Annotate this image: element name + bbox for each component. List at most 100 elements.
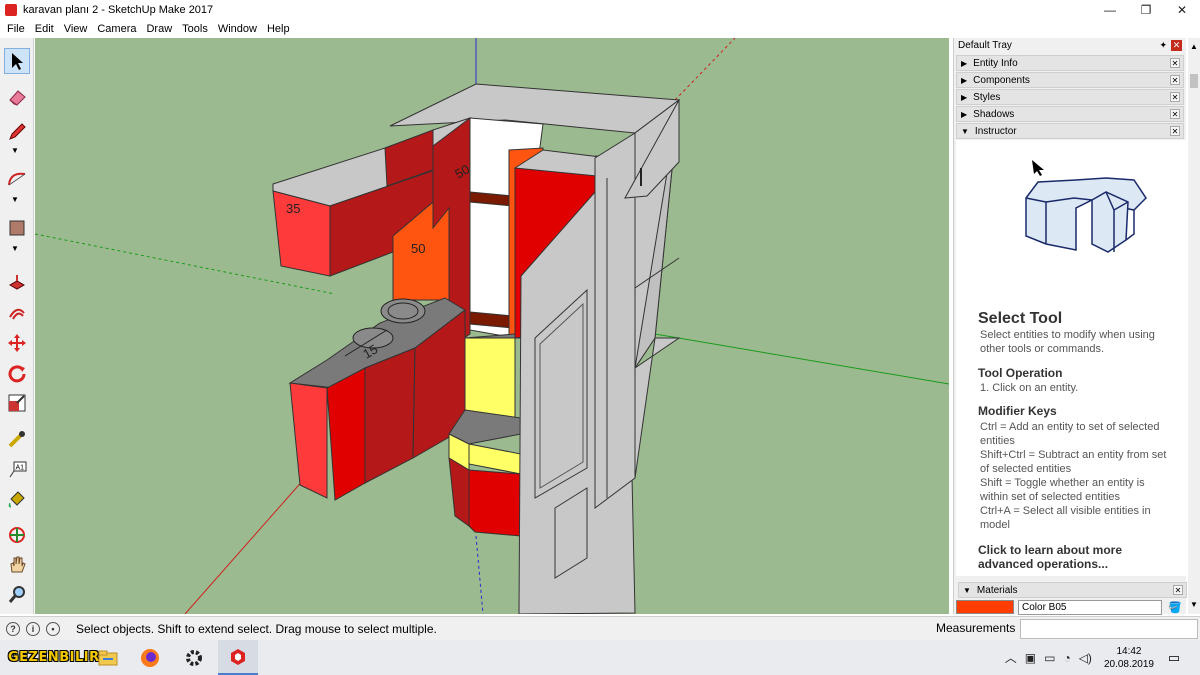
- paint-bucket-icon[interactable]: 🪣: [1168, 601, 1182, 614]
- arrow-cursor-icon: [12, 53, 23, 70]
- menu-file[interactable]: File: [2, 20, 30, 38]
- arc-tool[interactable]: [4, 166, 30, 192]
- menu-draw[interactable]: Draw: [141, 20, 177, 38]
- step-trim-front[interactable]: [468, 443, 522, 475]
- close-icon[interactable]: ✕: [1170, 92, 1180, 102]
- text-tool[interactable]: A1: [4, 456, 30, 482]
- panel-label: Materials: [976, 584, 1018, 596]
- network-icon[interactable]: ▣: [1025, 651, 1036, 665]
- user-icon[interactable]: •: [46, 621, 60, 636]
- push-pull-icon: [8, 275, 26, 290]
- minimize-button[interactable]: —: [1092, 0, 1128, 20]
- firefox-icon[interactable]: [130, 640, 170, 675]
- watermark-logo: GEZENBILIR: [8, 650, 100, 665]
- counter-end-panel[interactable]: [289, 382, 328, 499]
- notifications-icon[interactable]: ▭: [1162, 650, 1186, 666]
- collapse-arrow-icon: ▼: [963, 585, 971, 595]
- menu-view[interactable]: View: [59, 20, 93, 38]
- wardrobe-door-left[interactable]: [594, 132, 636, 509]
- volume-icon[interactable]: ◁): [1079, 651, 1092, 665]
- eraser-tool[interactable]: [4, 84, 30, 110]
- rectangle-dropdown-icon[interactable]: ▼: [11, 244, 19, 253]
- close-button[interactable]: ✕: [1164, 0, 1200, 20]
- tape-measure-tool[interactable]: [4, 426, 30, 452]
- counter-front[interactable]: [364, 347, 416, 484]
- offset-tool[interactable]: [4, 300, 30, 326]
- battery-icon[interactable]: ▭: [1044, 651, 1055, 665]
- wifi-icon[interactable]: ◔: [1063, 651, 1070, 665]
- panel-instructor[interactable]: ▼ Instructor ✕: [956, 123, 1184, 139]
- cursor-icon: [1032, 160, 1044, 176]
- info-icon[interactable]: i: [26, 621, 40, 636]
- clock-time: 14:42: [1116, 645, 1142, 657]
- panel-label: Instructor: [974, 125, 1017, 137]
- material-swatch[interactable]: [956, 600, 1014, 614]
- modifier-keys-heading: Modifier Keys: [978, 404, 1057, 418]
- zoom-tool[interactable]: [4, 582, 30, 608]
- pencil-dropdown-icon[interactable]: ▼: [11, 146, 19, 155]
- step-front[interactable]: [468, 469, 522, 537]
- scale-icon: [8, 394, 26, 412]
- red-axis-negative: [674, 38, 736, 101]
- tape-measure-icon: [8, 431, 25, 448]
- close-icon[interactable]: ✕: [1170, 109, 1180, 119]
- orbit-tool[interactable]: [4, 522, 30, 548]
- expand-arrow-icon: ▶: [961, 75, 968, 85]
- menu-camera[interactable]: Camera: [92, 20, 141, 38]
- counter-corner[interactable]: [326, 367, 366, 501]
- maximize-button[interactable]: ❐: [1128, 0, 1164, 20]
- material-name-field[interactable]: Color B05: [1018, 599, 1162, 615]
- rectangle-icon: [9, 220, 25, 236]
- settings-icon[interactable]: [174, 640, 214, 675]
- clock-date: 20.08.2019: [1103, 658, 1154, 670]
- scroll-up-icon[interactable]: ▲: [1190, 42, 1198, 51]
- step-side[interactable]: [448, 457, 470, 527]
- tray-close-icon[interactable]: ✕: [1171, 40, 1182, 51]
- push-pull-tool[interactable]: [4, 270, 30, 296]
- model-viewport[interactable]: 35 50 50 15: [35, 38, 949, 614]
- paint-bucket-tool[interactable]: [4, 486, 30, 512]
- learn-more-link[interactable]: Click to learn about more advanced opera…: [978, 543, 1148, 571]
- scale-tool[interactable]: [4, 390, 30, 416]
- scroll-down-icon[interactable]: ▼: [1190, 600, 1198, 609]
- panel-styles[interactable]: ▶ Styles ✕: [956, 89, 1184, 105]
- select-tool[interactable]: [4, 48, 30, 74]
- panel-shadows[interactable]: ▶ Shadows ✕: [956, 106, 1184, 122]
- menu-help[interactable]: Help: [262, 20, 295, 38]
- paint-bucket-icon: [8, 491, 25, 508]
- file-explorer-icon[interactable]: [88, 640, 128, 675]
- panel-components[interactable]: ▶ Components ✕: [956, 72, 1184, 88]
- panel-materials[interactable]: ▼ Materials ✕: [958, 582, 1187, 598]
- yellow-drawer-front[interactable]: [464, 337, 516, 419]
- menu-edit[interactable]: Edit: [30, 20, 59, 38]
- close-icon[interactable]: ✕: [1170, 75, 1180, 85]
- clock[interactable]: 14:42 20.08.2019: [1104, 645, 1154, 671]
- panel-entity-info[interactable]: ▶ Entity Info ✕: [956, 55, 1184, 71]
- geo-location-icon[interactable]: ?: [6, 621, 20, 636]
- 3d-model-canvas[interactable]: [35, 38, 949, 614]
- arc-dropdown-icon[interactable]: ▼: [11, 195, 19, 204]
- close-icon[interactable]: ✕: [1170, 126, 1180, 136]
- pan-tool[interactable]: [4, 552, 30, 578]
- menu-tools[interactable]: Tools: [177, 20, 213, 38]
- pin-icon[interactable]: ✦: [1159, 40, 1167, 52]
- scroll-thumb[interactable]: [1190, 74, 1198, 88]
- sketchup-icon[interactable]: [218, 640, 258, 675]
- panel-label: Entity Info: [973, 57, 1018, 69]
- rectangle-tool[interactable]: [4, 215, 30, 241]
- close-icon[interactable]: ✕: [1173, 585, 1183, 595]
- hand-icon: [10, 556, 26, 573]
- move-tool[interactable]: [4, 330, 30, 356]
- instructor-description: Select entities to modify when using oth…: [980, 329, 1155, 355]
- chevron-up-icon[interactable]: ︿: [1005, 649, 1017, 666]
- pencil-tool[interactable]: [4, 118, 30, 144]
- orbit-icon: [9, 527, 25, 543]
- rotate-icon: [8, 365, 26, 383]
- rotate-tool[interactable]: [4, 360, 30, 386]
- close-icon[interactable]: ✕: [1170, 58, 1180, 68]
- wall-cabinet-end[interactable]: [272, 190, 331, 277]
- tray-scrollbar[interactable]: ▲ ▼: [1188, 38, 1200, 614]
- measurements-input[interactable]: [1020, 619, 1198, 639]
- expand-arrow-icon: ▶: [961, 109, 968, 119]
- menu-window[interactable]: Window: [213, 20, 262, 38]
